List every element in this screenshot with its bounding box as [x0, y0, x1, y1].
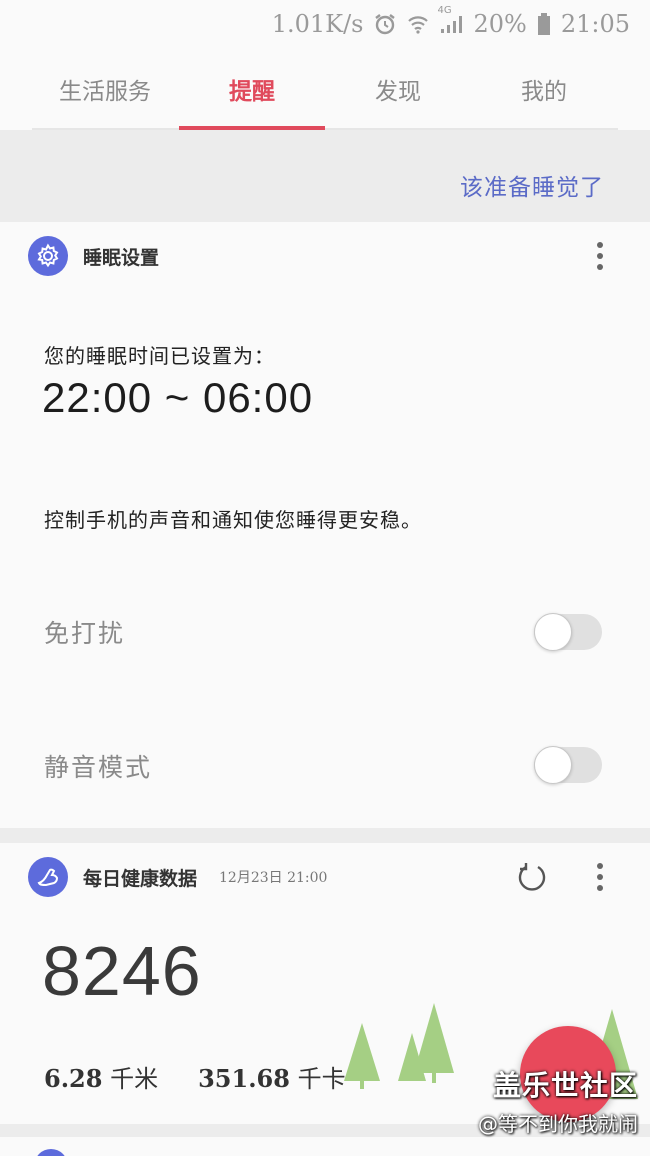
- tab-bar: 生活服务 提醒 发现 我的: [0, 48, 650, 130]
- sleep-time-label: 您的睡眠时间已设置为：: [44, 344, 275, 368]
- alarm-icon: [373, 12, 397, 36]
- sleep-time-range[interactable]: 22:00 ~ 06:00: [42, 374, 313, 422]
- tab-discover[interactable]: 发现: [325, 48, 471, 130]
- header-strip: 该准备睡觉了: [0, 130, 650, 222]
- calories: 351.68 千卡: [198, 1059, 346, 1094]
- signal-icon: 4G: [437, 5, 463, 35]
- network-type: 4G: [437, 5, 452, 16]
- tab-label: 发现: [375, 79, 421, 105]
- toggle-knob: [534, 746, 572, 784]
- battery-percent: 20%: [473, 10, 527, 38]
- next-card: [0, 1137, 650, 1156]
- tab-label: 生活服务: [59, 79, 151, 105]
- card-title: 睡眠设置: [83, 246, 160, 269]
- card-title: 每日健康数据: [83, 867, 198, 890]
- sleep-settings-card: 睡眠设置 您的睡眠时间已设置为： 22:00 ~ 06:00 控制手机的声音和通…: [0, 222, 650, 828]
- clock: 21:05: [560, 10, 630, 38]
- tab-life-services[interactable]: 生活服务: [32, 48, 178, 130]
- calories-unit: 千卡: [297, 1065, 346, 1093]
- watermark: 盖乐世社区 @等不到你我就闹: [378, 1064, 638, 1137]
- card-icon: [34, 1149, 68, 1156]
- distance: 6.28 千米: [44, 1059, 158, 1094]
- watermark-author: @等不到你我就闹: [478, 1112, 638, 1136]
- do-not-disturb-label: 免打扰: [44, 619, 126, 648]
- step-count: 8246: [42, 932, 202, 1010]
- wifi-icon: [407, 13, 429, 35]
- bedtime-hint: 该准备睡觉了: [460, 175, 604, 201]
- silent-mode-toggle[interactable]: [534, 746, 602, 784]
- gear-icon: [28, 236, 68, 276]
- toggle-knob: [534, 613, 572, 651]
- distance-unit: 千米: [110, 1065, 159, 1093]
- more-options-icon[interactable]: [590, 857, 610, 897]
- tab-me[interactable]: 我的: [471, 48, 617, 130]
- health-stats: 6.28 千米 351.68 千卡: [44, 1059, 346, 1094]
- silent-mode-label: 静音模式: [44, 753, 153, 782]
- tab-label: 我的: [521, 79, 567, 105]
- calories-value: 351.68: [198, 1064, 290, 1093]
- status-bar: 1.01K/s 4G 20% 21:05: [0, 0, 650, 48]
- card-header: 睡眠设置: [28, 236, 159, 276]
- tab-label: 提醒: [229, 79, 275, 105]
- more-options-icon[interactable]: [590, 236, 610, 276]
- status-bar-right: 1.01K/s 4G 20% 21:05: [271, 5, 630, 42]
- net-speed: 1.01K/s: [271, 10, 364, 38]
- tab-reminders[interactable]: 提醒: [179, 48, 325, 130]
- card-header: 每日健康数据 12月23日 21:00: [28, 857, 327, 897]
- refresh-icon[interactable]: [512, 857, 552, 897]
- card-timestamp: 12月23日 21:00: [219, 870, 328, 886]
- watermark-title: 盖乐世社区: [492, 1069, 638, 1102]
- do-not-disturb-toggle[interactable]: [534, 613, 602, 651]
- distance-value: 6.28: [44, 1064, 103, 1093]
- battery-icon: [537, 12, 551, 36]
- shoe-icon: [28, 857, 68, 897]
- sleep-description: 控制手机的声音和通知使您睡得更安稳。: [44, 508, 422, 532]
